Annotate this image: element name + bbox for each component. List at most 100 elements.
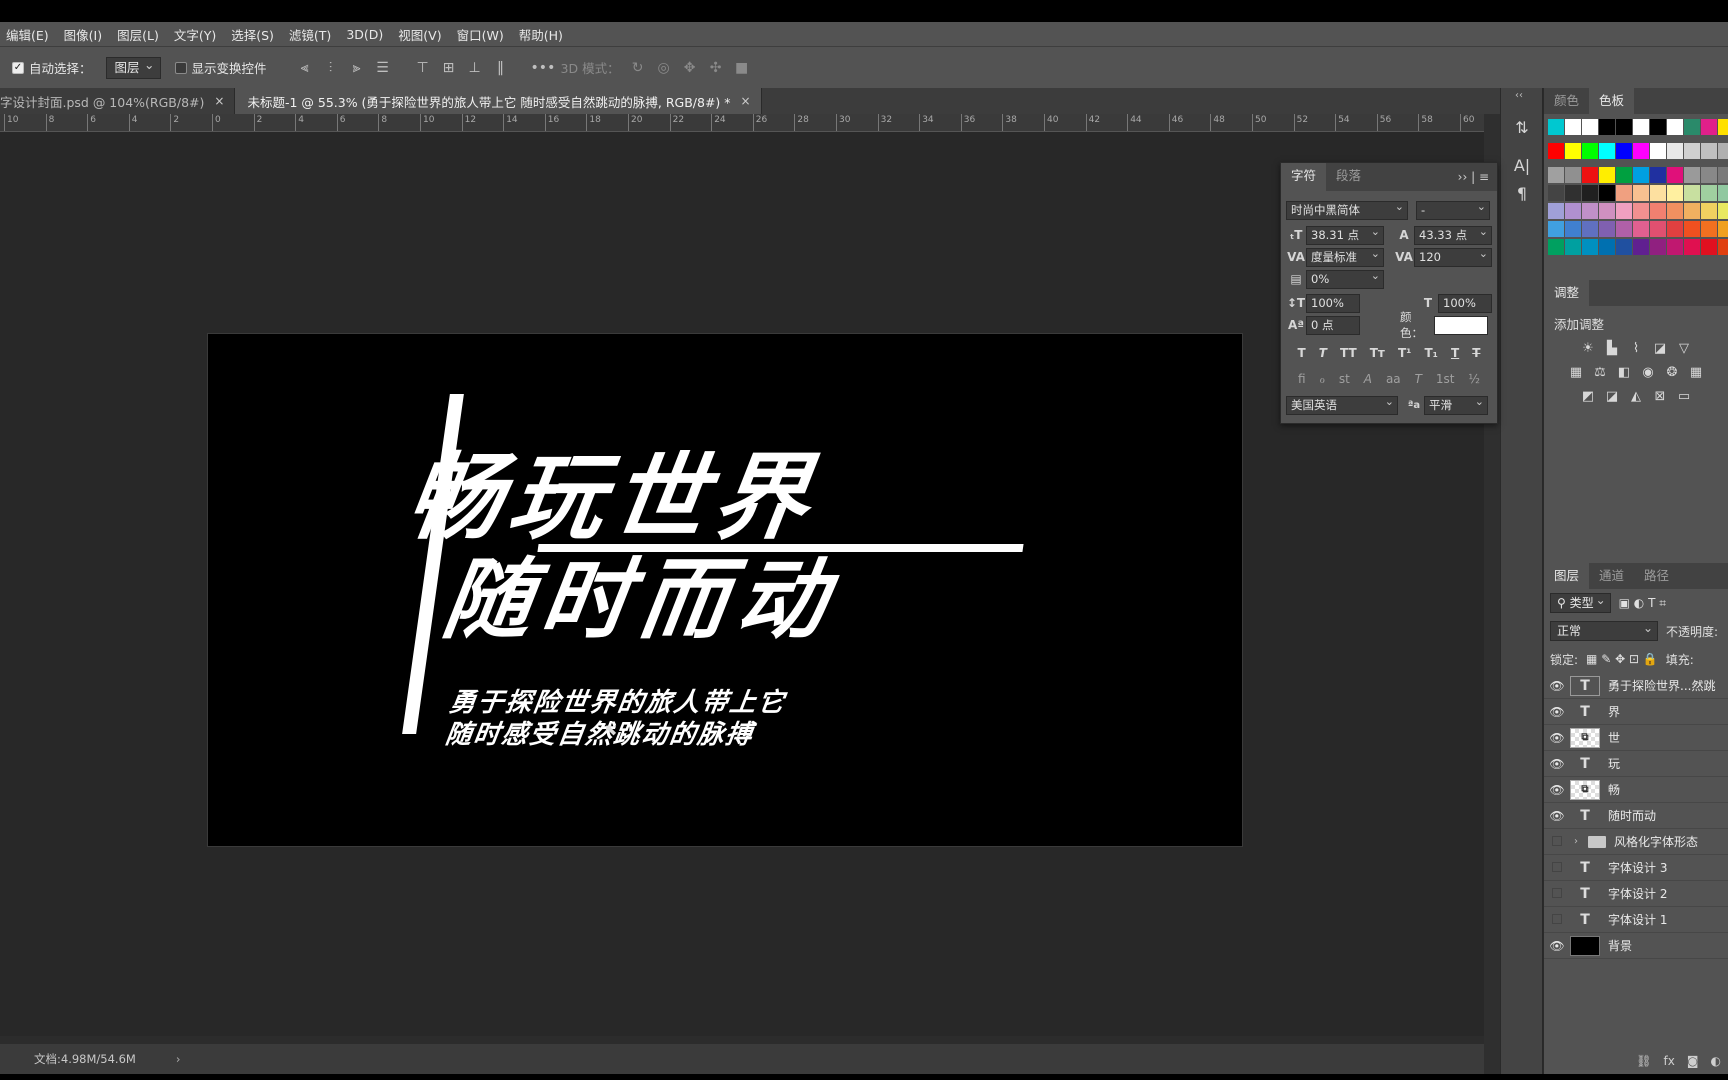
color-swatch[interactable] — [1599, 185, 1615, 201]
layer-row[interactable]: 👁 背景 — [1544, 933, 1728, 959]
tracking-field[interactable]: 120 — [1414, 245, 1492, 267]
color-swatch[interactable] — [1599, 221, 1615, 237]
titling-alternates-button[interactable]: T — [1415, 372, 1422, 386]
color-swatch[interactable] — [1718, 203, 1728, 219]
paragraph-panel-icon[interactable]: ¶ — [1512, 184, 1532, 204]
menu-help[interactable]: 帮助(H) — [519, 25, 563, 44]
curves-icon[interactable]: ⌇ — [1628, 341, 1644, 357]
3d-slide-icon[interactable]: ✣ — [706, 58, 726, 78]
color-swatch[interactable] — [1565, 185, 1581, 201]
tab-paragraph[interactable]: 段落 — [1326, 163, 1371, 191]
ordinals-button[interactable]: 1st — [1436, 372, 1455, 386]
color-swatch[interactable] — [1684, 185, 1700, 201]
color-swatch[interactable] — [1701, 239, 1717, 255]
photo-filter-icon[interactable]: ◉ — [1640, 365, 1656, 381]
status-menu-arrow[interactable]: › — [176, 1052, 181, 1066]
layer-row[interactable]: 👁 T 界 — [1544, 699, 1728, 725]
visibility-off-icon[interactable] — [1544, 861, 1570, 875]
menu-view[interactable]: 视图(V) — [398, 25, 441, 44]
color-swatch[interactable] — [1565, 203, 1581, 219]
color-swatch[interactable] — [1548, 185, 1564, 201]
color-swatch[interactable] — [1684, 203, 1700, 219]
tab-paths[interactable]: 路径 — [1634, 563, 1679, 589]
color-swatch[interactable] — [1650, 221, 1666, 237]
color-swatch[interactable] — [1633, 119, 1649, 135]
font-size-field[interactable]: 38.31 点 — [1306, 223, 1384, 245]
brightness-icon[interactable]: ☀ — [1580, 341, 1596, 357]
layer-row[interactable]: 👁 ⧉ 畅 — [1544, 777, 1728, 803]
distribute-vertical-icon[interactable]: ‖ — [491, 58, 511, 78]
channel-mixer-icon[interactable]: ❂ — [1664, 365, 1680, 381]
color-swatch[interactable] — [1650, 119, 1666, 135]
color-swatch[interactable] — [1684, 221, 1700, 237]
color-swatch[interactable] — [1599, 203, 1615, 219]
black-white-icon[interactable]: ◧ — [1616, 365, 1632, 381]
color-lookup-icon[interactable]: ▦ — [1688, 365, 1704, 381]
tab-document-1[interactable]: 字设计封面.psd @ 104%(RGB/8#) × — [0, 88, 236, 114]
color-swatch[interactable] — [1582, 239, 1598, 255]
color-swatch[interactable] — [1599, 239, 1615, 255]
align-vcenter-icon[interactable]: ⊞ — [439, 58, 459, 78]
color-swatch[interactable] — [1667, 167, 1683, 183]
color-swatch[interactable] — [1684, 239, 1700, 255]
color-swatch[interactable] — [1633, 167, 1649, 183]
faux-italic-button[interactable]: T — [1319, 346, 1327, 360]
vertical-scale-field[interactable]: 100% — [1306, 293, 1360, 313]
close-icon[interactable]: × — [214, 94, 224, 108]
underline-button[interactable]: T — [1451, 346, 1459, 360]
tsume-field[interactable]: 0% — [1306, 267, 1384, 289]
visibility-eye-icon[interactable]: 👁 — [1544, 757, 1570, 771]
close-icon[interactable]: × — [741, 94, 751, 108]
auto-select-dropdown[interactable]: 图层 — [105, 55, 161, 79]
color-swatch[interactable] — [1650, 239, 1666, 255]
visibility-off-icon[interactable] — [1544, 887, 1570, 901]
layer-style-icon[interactable]: fx — [1664, 1054, 1675, 1068]
levels-icon[interactable]: ▙ — [1604, 341, 1620, 357]
menu-window[interactable]: 窗口(W) — [457, 25, 504, 44]
tab-color[interactable]: 颜色 — [1544, 88, 1589, 114]
align-bottom-icon[interactable]: ⊥ — [465, 58, 485, 78]
color-swatch[interactable] — [1650, 167, 1666, 183]
color-swatch[interactable] — [1599, 119, 1615, 135]
gradient-map-icon[interactable]: ▭ — [1676, 389, 1692, 405]
menu-layer[interactable]: 图层(L) — [117, 25, 159, 44]
exposure-icon[interactable]: ◪ — [1652, 341, 1668, 357]
tab-adjustments[interactable]: 调整 — [1544, 280, 1590, 306]
text-color-swatch[interactable] — [1434, 315, 1488, 335]
visibility-eye-icon[interactable]: 👁 — [1544, 705, 1570, 719]
menu-filter[interactable]: 滤镜(T) — [289, 25, 331, 44]
font-family-dropdown[interactable]: 时尚中黑简体 — [1286, 198, 1408, 220]
color-swatch[interactable] — [1582, 167, 1598, 183]
layer-row[interactable]: T 字体设计 3 — [1544, 855, 1728, 881]
color-swatch[interactable] — [1548, 143, 1564, 159]
color-swatch[interactable] — [1701, 119, 1717, 135]
language-dropdown[interactable]: 美国英语 — [1286, 393, 1398, 415]
color-swatch[interactable] — [1582, 221, 1598, 237]
more-options-icon[interactable]: ••• — [531, 58, 556, 78]
layer-row[interactable]: › 风格化字体形态 — [1544, 829, 1728, 855]
panel-menu-icon[interactable]: ›› | ≡ — [1450, 163, 1497, 191]
swash-button[interactable]: A — [1364, 372, 1372, 386]
faux-bold-button[interactable]: T — [1298, 346, 1306, 360]
horizontal-scale-field[interactable]: 100% — [1438, 293, 1492, 313]
show-transform-checkbox[interactable] — [174, 61, 187, 74]
stylistic-alternates-button[interactable]: aa — [1386, 372, 1401, 386]
color-swatch[interactable] — [1718, 221, 1728, 237]
color-swatch[interactable] — [1565, 239, 1581, 255]
menu-type[interactable]: 文字(Y) — [174, 25, 216, 44]
color-swatch[interactable] — [1701, 203, 1717, 219]
layer-row[interactable]: 👁 T 随时而动 — [1544, 803, 1728, 829]
color-swatch[interactable] — [1548, 167, 1564, 183]
visibility-off-icon[interactable] — [1544, 913, 1570, 927]
color-swatch[interactable] — [1633, 185, 1649, 201]
auto-select-checkbox[interactable]: ✓ — [12, 61, 24, 74]
color-swatch[interactable] — [1599, 167, 1615, 183]
color-swatch[interactable] — [1582, 185, 1598, 201]
color-swatch[interactable] — [1616, 203, 1632, 219]
old-style-button[interactable]: ℴ — [1319, 372, 1325, 386]
color-swatch[interactable] — [1667, 221, 1683, 237]
color-swatch[interactable] — [1701, 143, 1717, 159]
distribute-icon[interactable]: ☰ — [373, 58, 393, 78]
color-swatch[interactable] — [1565, 143, 1581, 159]
discretionary-ligatures-button[interactable]: st — [1339, 372, 1350, 386]
